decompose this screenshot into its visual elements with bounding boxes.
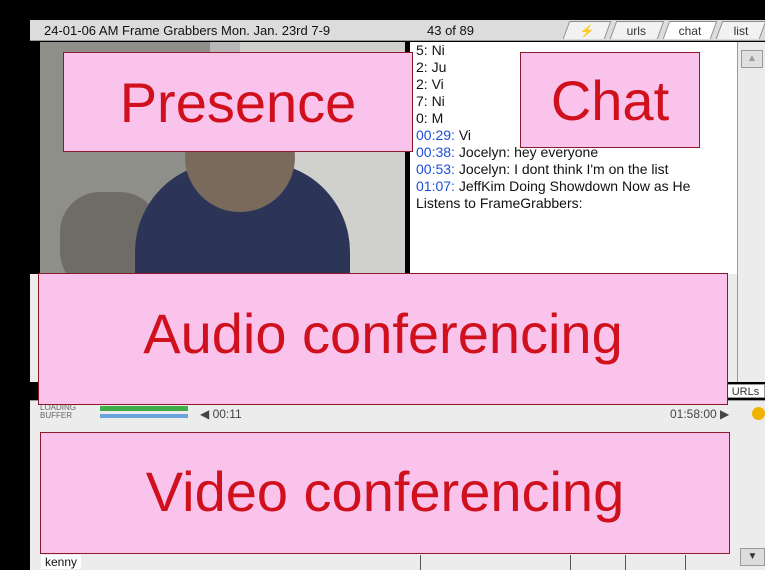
flash-icon[interactable] — [752, 407, 765, 420]
presence-callout: Presence — [63, 52, 413, 152]
chat-line: 00:53: Jocelyn: I dont think I'm on the … — [416, 161, 669, 177]
lightning-icon: ⚡ — [579, 24, 595, 38]
current-time: ◀ 00:11 — [200, 407, 242, 421]
end-time: 01:58:00 ▶ — [670, 407, 730, 421]
app-window: 24-01-06 AM Frame Grabbers Mon. Jan. 23r… — [0, 0, 765, 570]
chat-callout: Chat — [520, 52, 700, 148]
urls-button[interactable]: URLs — [726, 384, 765, 398]
message-counter: 43 of 89 — [427, 23, 474, 38]
video-callout: Video conferencing — [40, 432, 730, 554]
loading-bar — [100, 406, 188, 411]
tab-urls[interactable]: urls — [609, 21, 665, 39]
chat-scrollbar[interactable]: ▲ — [737, 42, 765, 382]
tab-chat[interactable]: chat — [662, 21, 718, 39]
top-bar: 24-01-06 AM Frame Grabbers Mon. Jan. 23r… — [30, 20, 765, 41]
buffer-label: LOADING BUFFER — [40, 403, 77, 420]
tab-list[interactable]: list — [715, 21, 765, 39]
scroll-up-icon[interactable]: ▲ — [741, 50, 763, 68]
participant-name[interactable]: kenny — [41, 555, 82, 569]
tab-flash[interactable]: ⚡ — [562, 21, 612, 39]
event-title: 24-01-06 AM Frame Grabbers Mon. Jan. 23r… — [44, 23, 331, 38]
chat-line: 01:07: JeffKim Doing Showdown Now as He … — [416, 178, 691, 211]
scroll-down-icon[interactable]: ▼ — [740, 548, 765, 566]
buffer-bar — [100, 414, 188, 418]
audio-callout: Audio conferencing — [38, 273, 728, 405]
